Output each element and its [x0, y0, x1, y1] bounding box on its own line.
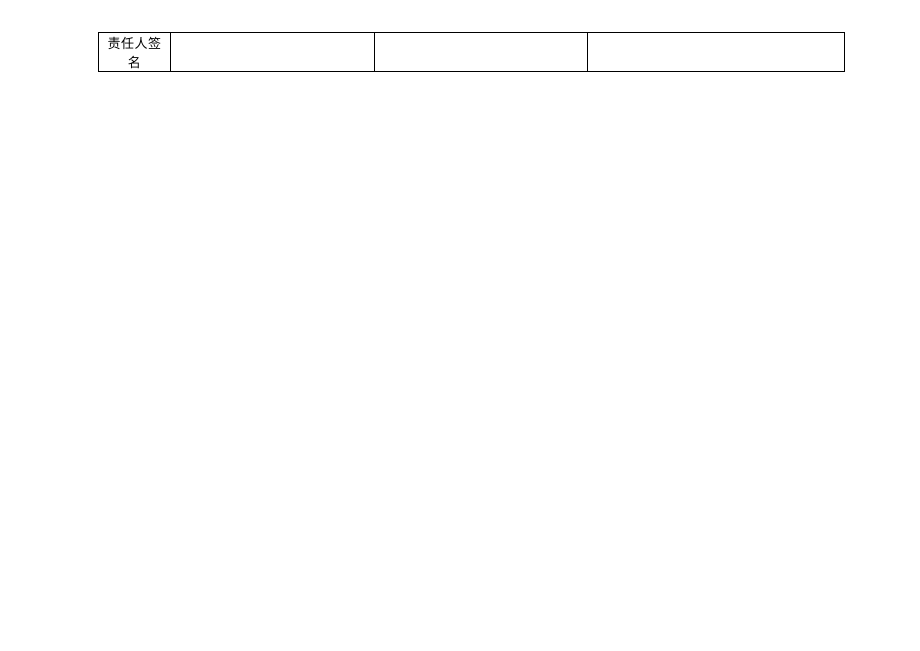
row-label-cell: 责任人签名 — [99, 33, 171, 72]
document-page: 责任人签名 — [0, 0, 920, 72]
signature-field-3 — [588, 33, 845, 72]
signature-field-1 — [171, 33, 375, 72]
signature-table: 责任人签名 — [98, 32, 845, 72]
row-label: 责任人签名 — [107, 36, 161, 70]
signature-field-2 — [375, 33, 588, 72]
signature-row: 责任人签名 — [99, 33, 845, 72]
